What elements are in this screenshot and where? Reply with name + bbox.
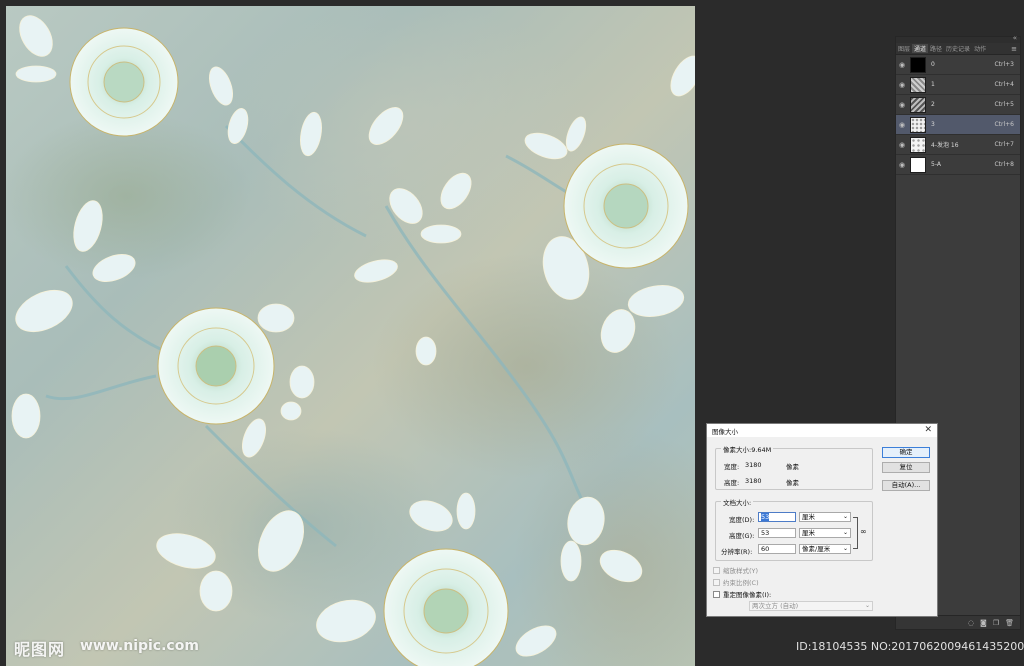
pixel-width-value: 3180 <box>745 461 762 469</box>
checkbox-box <box>713 590 720 598</box>
resolution-unit-select[interactable]: 像素/厘米 ⌄ <box>799 544 851 554</box>
channel-name: 5-A <box>931 161 941 168</box>
pixel-height-label: 高度: <box>724 479 740 487</box>
chevron-down-icon: ⌄ <box>842 545 848 552</box>
constrain-bracket <box>853 517 858 549</box>
resample-label: 重定图像像素(I): <box>723 591 772 599</box>
image-size-dialog: 图像大小 ✕ 像素大小:9.64M 宽度: 3180 像素 高度: 3180 像… <box>706 423 938 617</box>
chain-link-icon: ∞ <box>860 527 867 536</box>
channel-name: 3 <box>931 121 935 128</box>
channel-thumbnail <box>910 116 926 133</box>
doc-size-label: 文档大小: <box>721 497 754 507</box>
channel-shortcut: Ctrl+4 <box>994 81 1014 88</box>
tab-layers[interactable]: 图层 <box>896 44 912 53</box>
eye-icon[interactable]: ◉ <box>896 141 908 149</box>
tab-paths[interactable]: 路径 <box>928 44 944 53</box>
channel-name: 4-发泡 16 <box>931 142 959 149</box>
eye-icon[interactable]: ◉ <box>896 81 908 89</box>
channel-name: 1 <box>931 81 935 88</box>
panel-menu-icon[interactable]: ≡ <box>1011 45 1020 53</box>
panel-tabs: 图层 通道 路径 历史记录 动作 ≡ <box>896 43 1020 55</box>
channel-row[interactable]: ◉ 0 Ctrl+3 <box>896 55 1020 75</box>
auto-button[interactable]: 自动(A)... <box>882 480 930 491</box>
channel-thumbnail <box>910 76 926 93</box>
document-canvas[interactable] <box>6 6 695 666</box>
channel-thumbnail <box>910 156 926 173</box>
scale-styles-checkbox[interactable]: 缩放样式(Y) <box>713 565 758 575</box>
doc-height-unit-select[interactable]: 厘米 ⌄ <box>799 528 851 538</box>
channel-shortcut: Ctrl+7 <box>994 141 1014 148</box>
pixel-width-unit: 像素 <box>786 463 799 471</box>
doc-height-label: 高度(G): <box>729 532 755 540</box>
resample-method-select[interactable]: 两次立方 (自动) ⌄ <box>749 601 873 611</box>
rose-4 <box>383 548 509 666</box>
rose-2 <box>563 143 689 269</box>
trash-icon[interactable]: 🗑 <box>1005 619 1014 627</box>
constrain-proportions-checkbox[interactable]: 约束比例(C) <box>713 577 759 587</box>
resolution-input[interactable]: 60 <box>758 544 796 554</box>
checkbox-box <box>713 566 720 574</box>
pixel-size-label: 像素大小:9.64M <box>721 444 774 454</box>
channel-name: 2 <box>931 101 935 108</box>
channel-thumbnail <box>910 96 926 113</box>
ok-button[interactable]: 确定 <box>882 447 930 458</box>
channel-row[interactable]: ◉ 5-A Ctrl+8 <box>896 155 1020 175</box>
channel-shortcut: Ctrl+8 <box>994 161 1014 168</box>
watermark-logo: 昵图网 <box>14 640 66 659</box>
stems <box>45 124 598 548</box>
channel-row[interactable]: ◉ 1 Ctrl+4 <box>896 75 1020 95</box>
channel-name: 0 <box>931 61 935 68</box>
floral-artwork <box>11 15 695 666</box>
collapse-panel-icon[interactable]: « <box>1013 34 1017 42</box>
channel-row[interactable]: ◉ 2 Ctrl+5 <box>896 95 1020 115</box>
channel-shortcut: Ctrl+3 <box>994 61 1014 68</box>
constrain-label: 约束比例(C) <box>723 579 759 587</box>
dialog-titlebar: 图像大小 ✕ <box>707 424 937 437</box>
resolution-label: 分辨率(R): <box>721 548 753 556</box>
channel-row[interactable]: ◉ 4-发泡 16 Ctrl+7 <box>896 135 1020 155</box>
rose-3 <box>157 307 275 425</box>
doc-width-input[interactable]: 53 <box>758 512 796 522</box>
channel-row-selected[interactable]: ◉ 3 Ctrl+6 <box>896 115 1020 135</box>
tab-actions[interactable]: 动作 <box>972 44 988 53</box>
panel-topbar: « <box>896 34 1020 43</box>
pixel-height-unit: 像素 <box>786 479 799 487</box>
dotted-circle-icon[interactable]: ◌ <box>968 619 974 627</box>
mask-icon[interactable]: ◙ <box>980 619 987 627</box>
channel-thumbnail <box>910 56 926 73</box>
chevron-down-icon: ⌄ <box>864 602 870 609</box>
eye-icon[interactable]: ◉ <box>896 121 908 129</box>
doc-width-label: 宽度(D): <box>729 516 755 524</box>
reset-button[interactable]: 复位 <box>882 462 930 473</box>
chevron-down-icon: ⌄ <box>842 529 848 536</box>
channel-thumbnail <box>910 136 926 153</box>
image-id-bar: ID:18104535 NO:20170620094614352000 <box>786 634 1024 660</box>
rose-1 <box>69 27 179 137</box>
channel-shortcut: Ctrl+5 <box>994 101 1014 108</box>
pixel-width-label: 宽度: <box>724 463 740 471</box>
doc-height-input[interactable]: 53 <box>758 528 796 538</box>
dialog-title: 图像大小 <box>712 427 738 436</box>
eye-icon[interactable]: ◉ <box>896 61 908 69</box>
panel-bottom-toolbar: ◌ ◙ ❐ 🗑 <box>896 615 1020 629</box>
scale-styles-label: 缩放样式(Y) <box>723 567 759 575</box>
channel-shortcut: Ctrl+6 <box>994 121 1014 128</box>
eye-icon[interactable]: ◉ <box>896 161 908 169</box>
checkbox-box <box>713 578 720 586</box>
doc-width-unit-select[interactable]: 厘米 ⌄ <box>799 512 851 522</box>
new-channel-icon[interactable]: ❐ <box>993 619 999 627</box>
watermark-url: www.nipic.com <box>80 638 199 654</box>
eye-icon[interactable]: ◉ <box>896 101 908 109</box>
pixel-height-value: 3180 <box>745 477 762 485</box>
tab-channels[interactable]: 通道 <box>912 44 929 53</box>
close-icon[interactable]: ✕ <box>924 425 932 435</box>
chevron-down-icon: ⌄ <box>842 513 848 520</box>
tab-history[interactable]: 历史记录 <box>944 44 972 53</box>
resample-checkbox[interactable]: 重定图像像素(I): <box>713 589 771 599</box>
